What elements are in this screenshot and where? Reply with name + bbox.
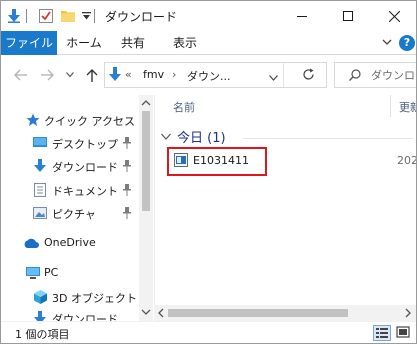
details-view-icon [376, 328, 388, 338]
address-overflow-chevron[interactable]: « [125, 68, 132, 81]
scrollbar-thumb[interactable] [142, 111, 150, 211]
download-arrow-icon [32, 158, 48, 174]
close-button[interactable] [371, 1, 416, 31]
download-arrow-icon [32, 310, 48, 321]
star-icon [25, 112, 41, 128]
address-dropdown-chevron-icon[interactable] [269, 71, 278, 84]
sidebar-item-onedrive[interactable]: OneDrive [1, 232, 139, 254]
window-title: ダウンロード [105, 10, 178, 24]
sidebar-item-quick-access[interactable]: クイック アクセス [1, 109, 139, 131]
breadcrumb-separator-icon: › [172, 68, 177, 81]
group-collapse-chevron-icon[interactable] [161, 131, 171, 144]
refresh-icon[interactable] [302, 68, 315, 84]
sidebar-item-label: PC [44, 266, 59, 279]
quick-access-toolbar-chevron-icon[interactable] [80, 8, 92, 24]
scroll-left-arrow-icon[interactable] [156, 308, 166, 318]
file-list: 名前 更新 今日 (1) E1031411 2021 [154, 95, 416, 321]
item-count: 1 個の項目 [15, 328, 70, 341]
up-arrow-icon[interactable] [85, 66, 99, 84]
group-label: 今日 (1) [177, 131, 226, 146]
pin-icon[interactable] [122, 160, 132, 172]
column-divider[interactable] [390, 95, 391, 117]
breadcrumb-fmv[interactable]: fmv [143, 68, 164, 81]
minimize-button[interactable] [279, 1, 325, 31]
cube-icon [32, 289, 48, 305]
pin-icon[interactable] [122, 137, 132, 149]
large-icons-view-icon [396, 326, 410, 338]
sidebar-item-pc-downloads[interactable]: ダウンロード [1, 307, 139, 321]
sidebar-item-pc[interactable]: PC [1, 262, 139, 284]
sidebar-item-pictures[interactable]: ピクチャ [1, 202, 139, 224]
sidebar-item-label: ピクチャ [52, 208, 96, 221]
group-divider [243, 138, 413, 139]
scroll-down-arrow-icon[interactable] [141, 307, 151, 317]
tab-share[interactable]: 共有 [115, 31, 151, 55]
tab-file[interactable]: ファイル [1, 31, 57, 55]
navigation-pane-scrollbar[interactable] [139, 95, 153, 321]
picture-icon [32, 205, 48, 221]
pc-icon [25, 265, 41, 281]
file-list-horizontal-scrollbar[interactable] [154, 305, 416, 321]
back-arrow-icon[interactable] [13, 66, 27, 84]
cloud-icon [23, 235, 39, 251]
download-arrow-icon [7, 8, 21, 24]
sidebar-item-label: OneDrive [44, 236, 96, 249]
sidebar-item-label: クイック アクセス [44, 115, 135, 128]
search-box[interactable] [334, 62, 416, 88]
status-bar: 1 個の項目 [1, 321, 416, 343]
pin-icon[interactable] [122, 184, 132, 196]
scroll-right-arrow-icon[interactable] [403, 308, 413, 318]
sidebar-item-label: ダウンロード [52, 313, 118, 321]
search-icon [349, 69, 361, 84]
maximize-icon [343, 11, 353, 21]
search-input[interactable] [371, 67, 416, 83]
tab-view[interactable]: 表示 [165, 31, 205, 55]
file-date: 2021 [397, 154, 416, 167]
new-folder-icon[interactable] [60, 8, 76, 24]
scroll-up-arrow-icon[interactable] [141, 98, 151, 108]
sidebar-item-documents[interactable]: ドキュメント [1, 179, 139, 201]
document-icon [32, 182, 48, 198]
breadcrumb-downloads[interactable]: ダウン... [187, 68, 231, 84]
address-bar[interactable]: « fmv › ダウン... [104, 62, 327, 88]
column-header-name[interactable]: 名前 [173, 99, 195, 115]
expand-ribbon-chevron-icon[interactable] [382, 37, 392, 47]
sidebar-item-downloads[interactable]: ダウンロード [1, 155, 139, 177]
download-arrow-icon [109, 67, 121, 85]
minimize-icon [297, 16, 307, 17]
sidebar-item-label: 3D オブジェクト [52, 292, 137, 305]
sidebar-item-label: デスクトップ [52, 138, 118, 151]
details-view-button[interactable] [373, 325, 391, 341]
sidebar-item-label: ダウンロード [52, 161, 118, 174]
close-icon [388, 10, 400, 22]
ribbon-tabs: ファイル ホーム 共有 表示 ? [1, 31, 416, 55]
tab-home[interactable]: ホーム [61, 31, 107, 55]
title-separator [94, 9, 95, 23]
sidebar-item-desktop[interactable]: デスクトップ [1, 132, 139, 154]
title-separator [26, 9, 27, 23]
selection-highlight-box [167, 147, 267, 176]
sidebar-item-3d-objects[interactable]: 3D オブジェクト [1, 286, 139, 308]
navigation-pane: クイック アクセス デスクトップ ダウンロード ドキュメント ピクチャ OneD… [1, 95, 153, 321]
maximize-button[interactable] [325, 1, 371, 31]
large-icons-view-button[interactable] [395, 325, 413, 341]
help-button[interactable]: ? [399, 35, 415, 51]
sidebar-item-label: ドキュメント [52, 185, 118, 198]
column-header-modified[interactable]: 更新 [399, 99, 416, 115]
recent-locations-chevron-icon[interactable] [65, 66, 75, 84]
forward-arrow-icon[interactable] [40, 66, 54, 84]
address-divider [283, 63, 284, 87]
file-explorer-window: ダウンロード ファイル ホーム 共有 表示 ? « fmv › ダウン... ダ… [0, 0, 417, 344]
desktop-icon [32, 135, 48, 151]
pin-icon[interactable] [122, 207, 132, 219]
title-bar: ダウンロード [1, 1, 416, 31]
properties-checkbox-icon[interactable] [38, 8, 54, 24]
scrollbar-thumb[interactable] [168, 309, 348, 317]
